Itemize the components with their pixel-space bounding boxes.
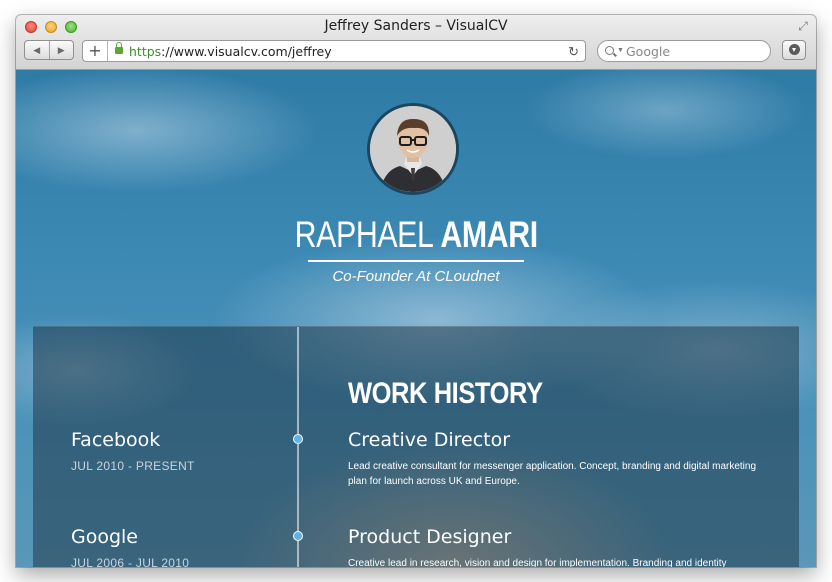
forward-button[interactable]: ▶ (48, 41, 74, 59)
first-name: RAPHAEL (294, 214, 433, 255)
window-title: Jeffrey Sanders – VisualCV (324, 18, 508, 34)
work-history-panel: WORK HISTORY Facebook JUL 2010 - PRESENT… (33, 326, 799, 567)
profile-name: RAPHAEL AMARI (16, 213, 816, 257)
job-title: Product Designer (348, 526, 512, 548)
search-engine-caret-icon[interactable]: ▼ (617, 47, 624, 54)
company-name: Google (71, 526, 139, 548)
download-icon (789, 44, 800, 55)
add-bookmark-button[interactable]: + (83, 41, 108, 61)
address-bar[interactable]: + https://www.visualcv.com/jeffrey ↻ (82, 40, 586, 62)
url-scheme: https (129, 44, 162, 59)
company-name: Facebook (71, 429, 161, 451)
section-title: WORK HISTORY (348, 377, 543, 410)
job-title: Creative Director (348, 429, 511, 451)
back-button[interactable]: ◀ (25, 41, 49, 59)
fullscreen-icon[interactable]: ⤢ (796, 19, 810, 33)
last-name: AMARI (440, 214, 538, 255)
search-icon (605, 46, 614, 55)
url-field[interactable]: https://www.visualcv.com/jeffrey (129, 44, 332, 59)
downloads-button[interactable] (782, 40, 806, 60)
profile-photo (370, 106, 456, 192)
page-content: RAPHAEL AMARI Co-Founder At CLoudnet WOR… (16, 70, 816, 567)
profile-avatar (367, 103, 459, 195)
url-host-path: ://www.visualcv.com/jeffrey (161, 44, 332, 59)
employment-period: JUL 2006 - JUL 2010 (71, 556, 190, 567)
back-arrow-icon: ◀ (33, 44, 41, 55)
name-divider (308, 260, 524, 262)
lock-icon (115, 42, 123, 54)
forward-arrow-icon: ▶ (57, 44, 65, 55)
history-nav: ◀ ▶ (24, 40, 74, 60)
search-bar[interactable]: ▼ Google (597, 40, 771, 62)
timeline-dot (293, 434, 303, 444)
timeline-dot (293, 531, 303, 541)
browser-window: Jeffrey Sanders – VisualCV ⤢ ◀ ▶ + https… (16, 15, 816, 567)
profile-role: Co-Founder At CLoudnet (332, 268, 500, 285)
job-description: Lead creative consultant for messenger a… (348, 461, 757, 487)
search-input[interactable]: Google (626, 44, 670, 59)
job-description: Creative lead in research, vision and de… (348, 558, 727, 567)
reload-icon[interactable]: ↻ (568, 44, 579, 60)
browser-toolbar: Jeffrey Sanders – VisualCV ⤢ ◀ ▶ + https… (16, 15, 816, 70)
employment-period: JUL 2010 - PRESENT (71, 459, 195, 473)
